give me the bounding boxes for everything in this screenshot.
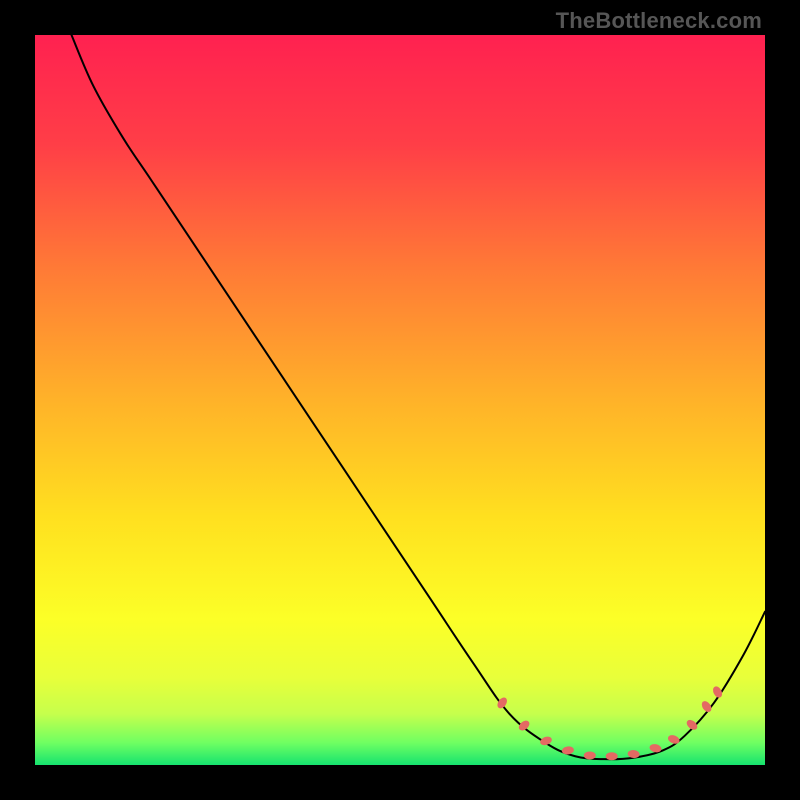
outer-frame: TheBottleneck.com xyxy=(0,0,800,800)
watermark-text: TheBottleneck.com xyxy=(556,8,762,34)
marker-dot xyxy=(584,752,596,760)
plot-area xyxy=(35,35,765,765)
marker-dot xyxy=(606,752,618,760)
chart-svg xyxy=(35,35,765,765)
gradient-background xyxy=(35,35,765,765)
